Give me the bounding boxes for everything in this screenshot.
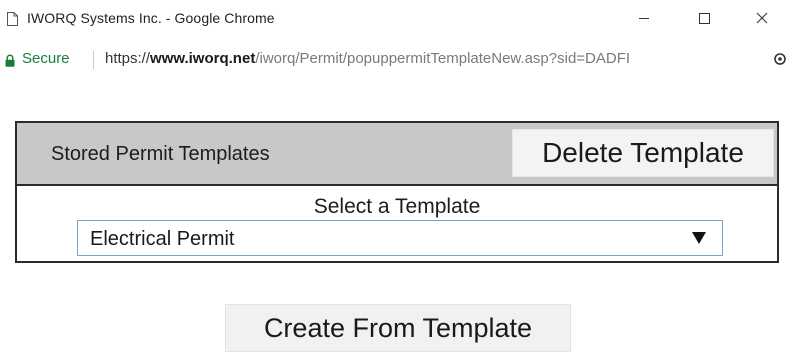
close-icon [756, 12, 768, 24]
secure-label: Secure [22, 50, 70, 67]
address-separator [93, 51, 94, 69]
template-select[interactable]: Electrical Permit [77, 220, 723, 256]
url-text[interactable]: https://www.iworq.net/iworq/Permit/popup… [105, 50, 630, 67]
close-button[interactable] [744, 4, 780, 32]
maximize-button[interactable] [686, 4, 722, 32]
panel-header: Stored Permit Templates Delete Template [17, 123, 777, 186]
selected-template-value: Electrical Permit [90, 228, 235, 250]
browser-title-bar: IWORQ Systems Inc. - Google Chrome [0, 0, 786, 38]
minimize-icon [639, 18, 649, 19]
address-bar[interactable]: Secure https://www.iworq.net/iworq/Permi… [0, 38, 786, 84]
create-from-template-button[interactable]: Create From Template [225, 304, 571, 352]
lock-icon [5, 54, 15, 67]
window-title: IWORQ Systems Inc. - Google Chrome [27, 10, 275, 26]
delete-template-button[interactable]: Delete Template [512, 129, 774, 177]
page-icon [7, 12, 18, 26]
panel-title: Stored Permit Templates [51, 143, 270, 165]
url-host: www.iworq.net [150, 50, 256, 67]
url-path: /iworq/Permit/popuppermitTemplateNew.asp… [255, 50, 631, 67]
maximize-icon [699, 13, 710, 24]
template-panel: Stored Permit Templates Delete Template … [15, 121, 779, 263]
minimize-button[interactable] [626, 4, 662, 32]
url-scheme: https:// [105, 50, 151, 67]
extension-icon[interactable] [774, 52, 786, 66]
dropdown-arrow-icon [692, 232, 706, 244]
select-template-label: Select a Template [313, 195, 481, 218]
